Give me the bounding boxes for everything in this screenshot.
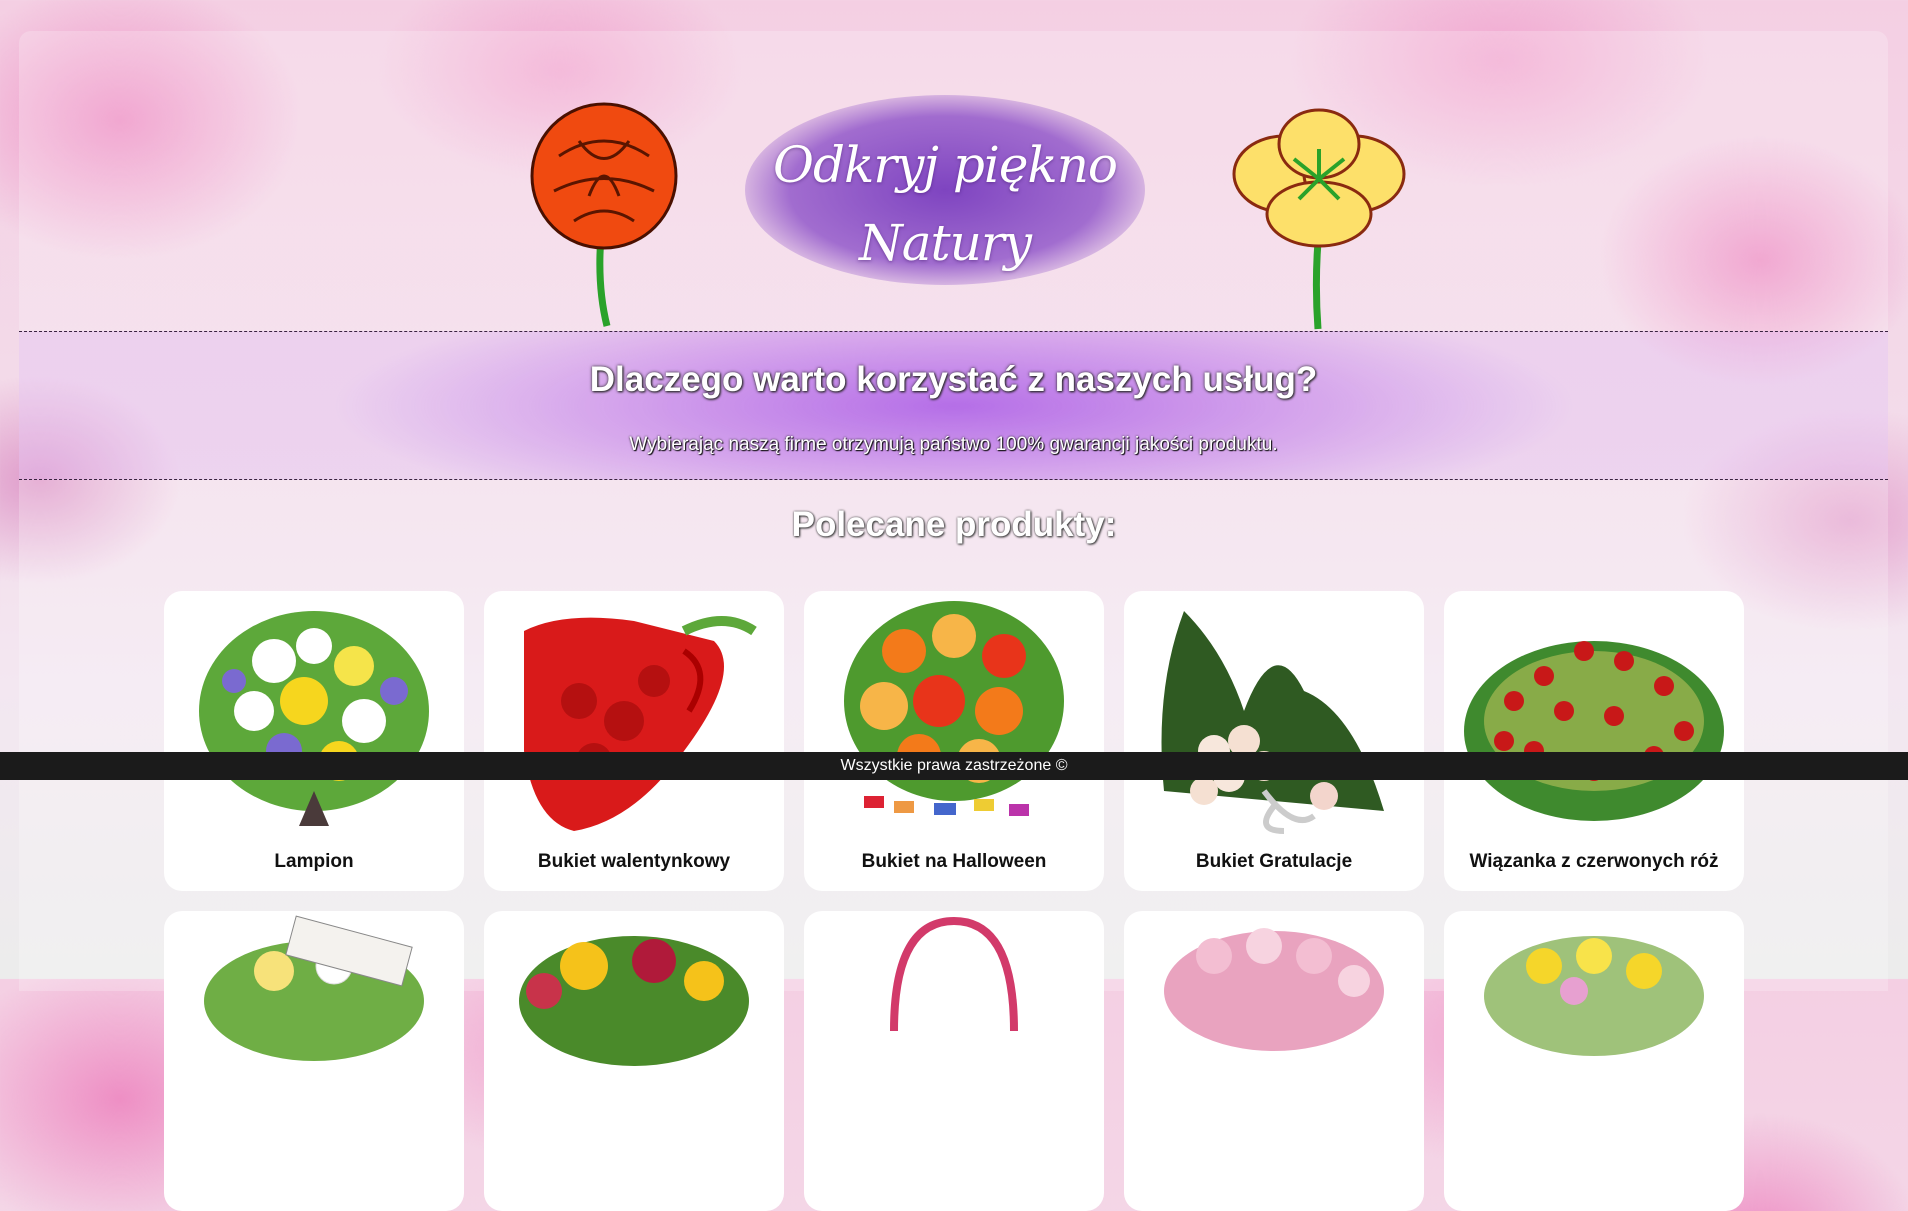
product-card[interactable]: [804, 911, 1104, 1211]
product-card[interactable]: Bukiet walentynkowy: [484, 591, 784, 891]
product-image: [1464, 641, 1724, 821]
product-card[interactable]: Wiązanka z czerwonych róż: [1444, 591, 1744, 891]
product-image: [844, 601, 1064, 816]
product-name: Bukiet na Halloween: [861, 851, 1047, 872]
product-name: Wiązanka z czerwonych róż: [1469, 851, 1719, 872]
why-text: Wybierając naszą firme otrzymują państwo…: [629, 434, 1278, 455]
product-image: [199, 611, 429, 826]
product-card[interactable]: [164, 911, 464, 1211]
products-title: Polecane produkty:: [791, 505, 1117, 544]
copyright-text: Wszystkie prawa zastrzeżone ©: [840, 757, 1068, 774]
product-card[interactable]: Bukiet na Halloween: [804, 591, 1104, 891]
product-grid: Lampion Bukiet walentynkowy Bukiet na Ha…: [164, 591, 1744, 1211]
header: Odkryj piękno Natury: [19, 31, 1888, 331]
logo-line-2: Natury: [858, 214, 1032, 272]
red-flower-icon: [530, 102, 678, 327]
product-image: [1484, 936, 1704, 1056]
product-card[interactable]: [484, 911, 784, 1211]
site-logo[interactable]: Odkryj piękno Natury: [745, 126, 1145, 282]
product-name: Bukiet walentynkowy: [537, 851, 731, 872]
logo-line-1: Odkryj piękno: [772, 136, 1118, 194]
product-card[interactable]: [1444, 911, 1744, 1211]
why-title: Dlaczego warto korzystać z naszych usług…: [589, 360, 1318, 399]
product-image: [519, 936, 749, 1066]
product-image: [524, 616, 757, 831]
why-section: Dlaczego warto korzystać z naszych usług…: [19, 331, 1888, 480]
product-name: Bukiet Gratulacje: [1195, 851, 1353, 872]
product-card[interactable]: Bukiet Gratulacje: [1124, 591, 1424, 891]
product-card[interactable]: Lampion: [164, 591, 464, 891]
product-card[interactable]: [1124, 911, 1424, 1211]
product-image: [204, 915, 424, 1061]
product-image: [890, 916, 1018, 1032]
product-image: [1161, 611, 1384, 834]
footer-bar: Wszystkie prawa zastrzeżone ©: [0, 752, 1908, 780]
product-image: [1164, 928, 1384, 1051]
product-name: Lampion: [274, 851, 354, 872]
yellow-flower-icon: [1232, 108, 1406, 330]
